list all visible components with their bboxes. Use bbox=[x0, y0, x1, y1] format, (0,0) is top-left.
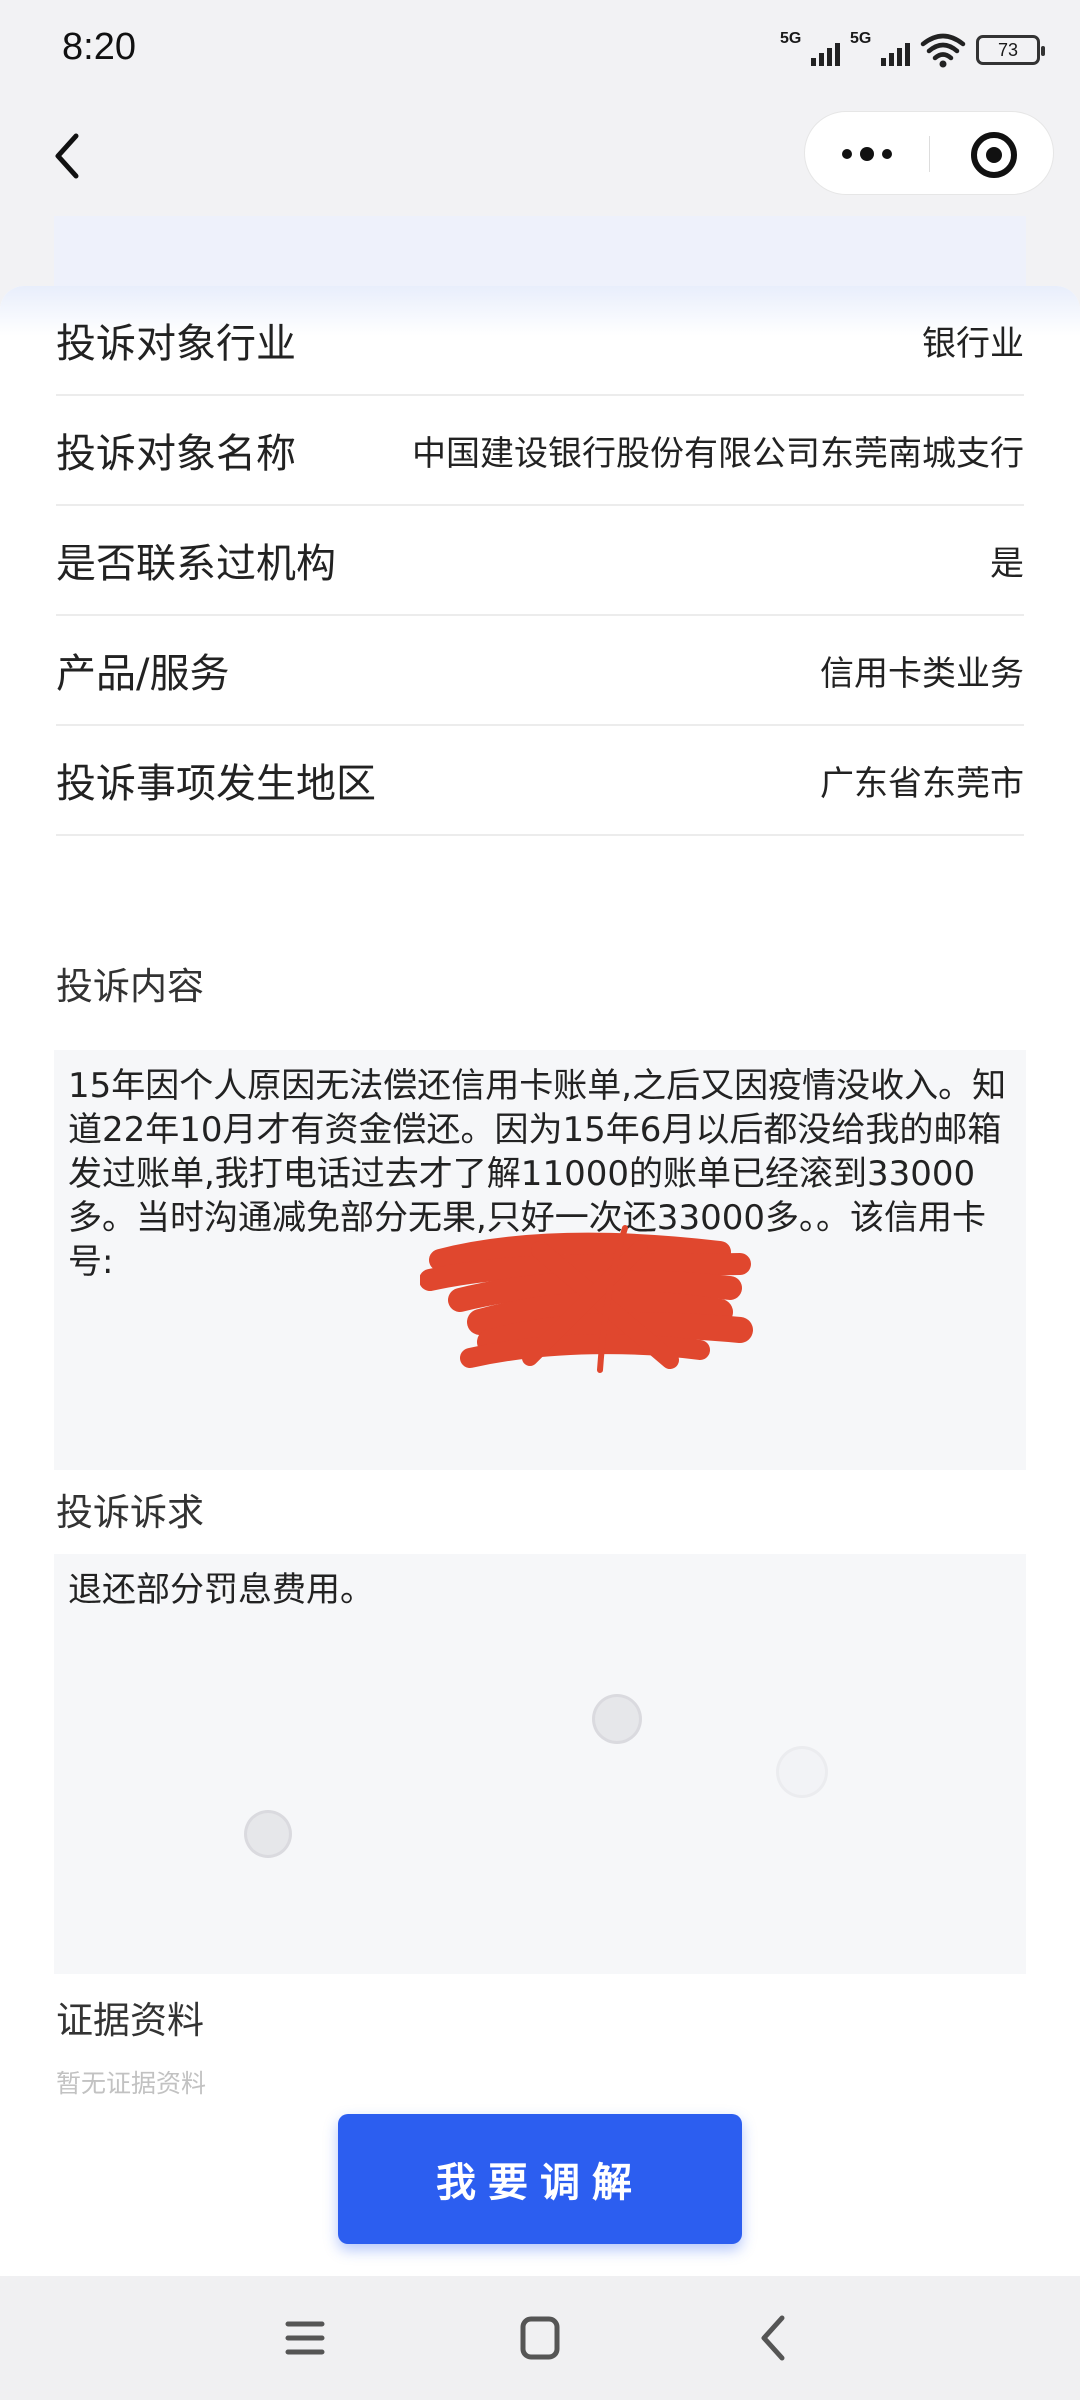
complaint-content-label: 投诉内容 bbox=[56, 965, 204, 1008]
info-label: 投诉对象名称 bbox=[56, 431, 296, 477]
appeal-text: 退还部分罚息费用。 bbox=[54, 1554, 1026, 1974]
battery-icon: 73 bbox=[976, 35, 1045, 65]
mini-program-capsule bbox=[804, 111, 1054, 195]
system-nav-bar bbox=[0, 2276, 1080, 2400]
info-label: 产品/服务 bbox=[56, 651, 230, 697]
wifi-6-icon bbox=[920, 33, 966, 68]
status-icons: 5G 5G 73 bbox=[780, 30, 1045, 70]
info-label: 是否联系过机构 bbox=[56, 541, 336, 587]
previous-section-tail bbox=[54, 216, 1026, 286]
touch-indicator bbox=[592, 1694, 642, 1744]
info-row-industry: 投诉对象行业 银行业 bbox=[56, 286, 1024, 396]
signal-5g-icon: 5G bbox=[780, 30, 840, 70]
info-row-institution: 投诉对象名称 中国建设银行股份有限公司东莞南城支行 bbox=[56, 396, 1024, 506]
status-bar: 8:20 5G 5G 73 bbox=[0, 0, 1080, 96]
touch-indicator bbox=[776, 1746, 828, 1798]
nav-bar bbox=[0, 96, 1080, 216]
signal-label: 5G bbox=[780, 30, 802, 47]
info-value: 银行业 bbox=[922, 323, 1024, 364]
signal-5g-icon: 5G bbox=[850, 30, 910, 70]
back-chevron-icon[interactable] bbox=[40, 126, 100, 186]
evidence-label: 证据资料 bbox=[56, 1999, 204, 2042]
appeal-label: 投诉诉求 bbox=[56, 1491, 204, 1534]
info-value: 中国建设银行股份有限公司东莞南城支行 bbox=[412, 433, 1024, 474]
evidence-empty-note: 暂无证据资料 bbox=[56, 2069, 207, 2098]
home-square-icon[interactable] bbox=[505, 2306, 575, 2370]
back-chevron-icon[interactable] bbox=[740, 2306, 810, 2370]
info-row-contacted: 是否联系过机构 是 bbox=[56, 506, 1024, 616]
target-circle-icon[interactable] bbox=[971, 132, 1017, 178]
info-value: 广东省东莞市 bbox=[820, 763, 1024, 804]
info-row-product: 产品/服务 信用卡类业务 bbox=[56, 616, 1024, 726]
more-dots-icon bbox=[842, 149, 852, 159]
info-row-region: 投诉事项发生地区 广东省东莞市 bbox=[56, 726, 1024, 836]
capsule-divider bbox=[929, 136, 930, 172]
info-label: 投诉对象行业 bbox=[56, 321, 296, 367]
more-button[interactable] bbox=[805, 112, 929, 196]
status-time: 8:20 bbox=[62, 26, 136, 68]
signal-label: 5G bbox=[850, 30, 872, 47]
info-label: 投诉事项发生地区 bbox=[56, 761, 376, 807]
complaint-detail-card: 投诉对象行业 银行业 投诉对象名称 中国建设银行股份有限公司东莞南城支行 是否联… bbox=[0, 286, 1080, 2276]
complaint-content-text: 15年因个人原因无法偿还信用卡账单,之后又因疫情没收入。知道22年10月才有资金… bbox=[54, 1050, 1026, 1470]
mediation-button[interactable]: 我要调解 bbox=[338, 2114, 742, 2244]
menu-lines-icon[interactable] bbox=[270, 2306, 340, 2370]
touch-indicator bbox=[244, 1810, 292, 1858]
info-value: 是 bbox=[990, 543, 1024, 584]
info-value: 信用卡类业务 bbox=[820, 653, 1024, 694]
